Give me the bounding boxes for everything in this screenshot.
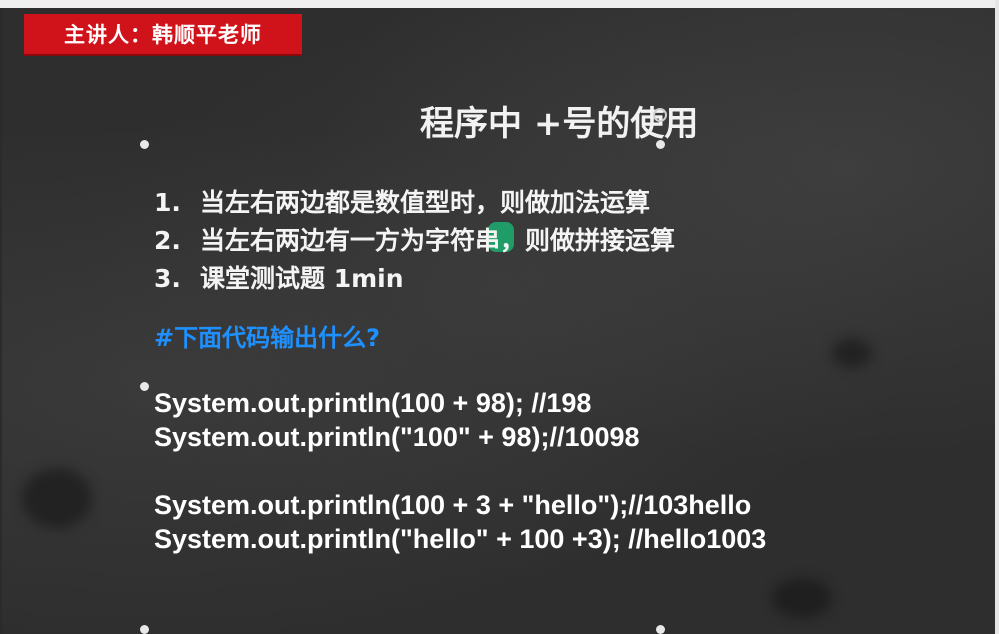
list-text: 当左右两边都是数值型时，则做加法运算 xyxy=(200,188,651,217)
window-top-strip xyxy=(0,0,999,8)
selection-handle-bottom-left[interactable] xyxy=(140,625,149,634)
code-line: System.out.println("100" + 98);//10098 xyxy=(154,422,640,452)
list-number: 1. xyxy=(154,188,181,217)
selection-handle-bottom-right[interactable] xyxy=(656,625,665,634)
list-number: 2. xyxy=(154,226,181,255)
code-line: System.out.println("hello" + 100 +3); //… xyxy=(154,524,767,554)
selection-handle-top-right[interactable] xyxy=(656,140,665,149)
list-text: 课堂测试题 1min xyxy=(200,264,404,293)
code-block[interactable]: System.out.println(100 + 98); //198 Syst… xyxy=(154,386,766,556)
code-spacer xyxy=(154,454,766,488)
list-text: 当左右两边有一方为字符串，则做拼接运算 xyxy=(200,226,676,255)
selection-handle-mid-left[interactable] xyxy=(140,382,149,391)
chalk-smudge xyxy=(772,578,832,618)
question-heading: #下面代码输出什么? xyxy=(154,324,381,352)
chalk-smudge xyxy=(22,468,92,528)
chalk-smudge xyxy=(832,338,872,368)
window-right-edge xyxy=(995,0,999,634)
presenter-badge: 主讲人：韩顺平老师 xyxy=(24,14,302,56)
list-item: 3. 课堂测试题 1min xyxy=(154,260,675,298)
list-number: 3. xyxy=(154,264,181,293)
code-line: System.out.println(100 + 3 + "hello");//… xyxy=(154,490,752,520)
list-item: 2. 当左右两边有一方为字符串，则做拼接运算 xyxy=(154,222,675,260)
rule-list: 1. 当左右两边都是数值型时，则做加法运算 2. 当左右两边有一方为字符串，则做拼接… xyxy=(154,184,675,298)
rotate-handle[interactable] xyxy=(653,108,667,122)
slide-title[interactable]: 程序中 +号的使用 xyxy=(420,96,750,145)
list-item: 1. 当左右两边都是数值型时，则做加法运算 xyxy=(154,184,675,222)
selection-handle-top-left[interactable] xyxy=(140,140,149,149)
code-line: System.out.println(100 + 98); //198 xyxy=(154,388,592,418)
